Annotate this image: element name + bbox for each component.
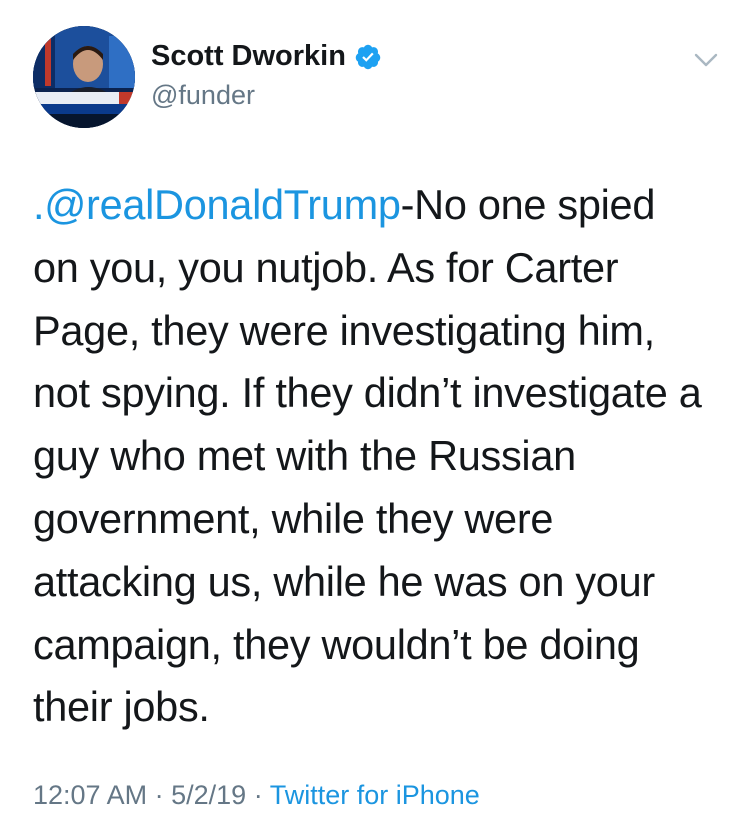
author-handle[interactable]: @funder xyxy=(151,80,255,111)
meta-separator: · xyxy=(253,780,263,810)
tweet-text-line: not spying. If they didn’t investigate a xyxy=(33,369,702,417)
tweet-text: .@realDonaldTrump-No one spied on you, y… xyxy=(33,174,723,739)
meta-separator: · xyxy=(154,780,164,810)
tweet-text-line: .@realDonaldTrump-No one spied xyxy=(33,181,656,228)
tweet-text-line: Page, they were investigating him, xyxy=(33,306,655,354)
tweet-source-link[interactable]: Twitter for iPhone xyxy=(270,780,480,810)
tweet-text-line: on you, you nutjob. As for Carter xyxy=(33,243,619,291)
tweet-text-line: attacking us, while he was on your xyxy=(33,557,655,605)
tweet-text-line: guy who met with the Russian xyxy=(33,432,576,480)
avatar[interactable] xyxy=(33,26,135,128)
author-name[interactable]: Scott Dworkin xyxy=(151,40,346,73)
mention-link[interactable]: .@realDonaldTrump xyxy=(33,181,401,228)
tweet-text-line: their jobs. xyxy=(33,683,210,731)
verified-badge-icon xyxy=(355,44,381,69)
avatar-image xyxy=(33,26,135,128)
tweet-time[interactable]: 12:07 AM xyxy=(33,780,147,810)
chevron-down-icon[interactable] xyxy=(688,42,724,78)
author-name-row[interactable]: Scott Dworkin xyxy=(151,40,382,73)
tweet-date[interactable]: 5/2/19 xyxy=(171,780,246,810)
tweet-card: Scott Dworkin @funder .@realDonaldTrump-… xyxy=(0,0,750,840)
tweet-meta: 12:07 AM · 5/2/19 · Twitter for iPhone xyxy=(33,780,480,811)
tweet-text-line: government, while they were xyxy=(33,494,554,542)
tweet-text-line: campaign, they wouldn’t be doing xyxy=(33,620,640,668)
